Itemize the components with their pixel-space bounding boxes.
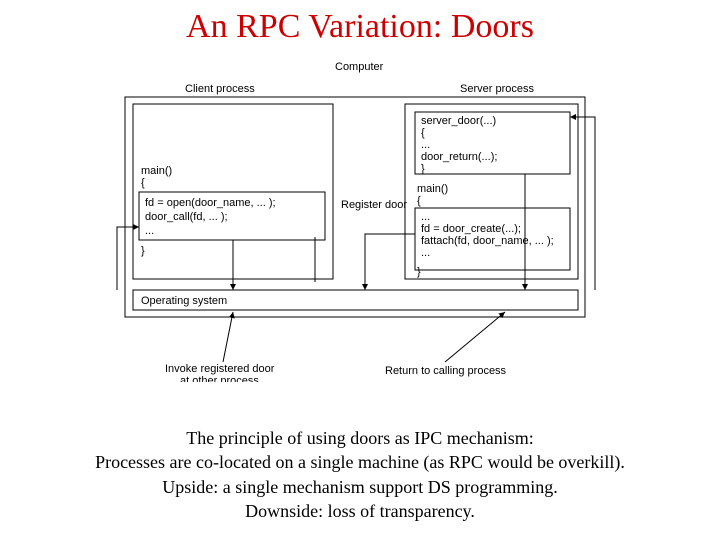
server-process-label: Server process bbox=[460, 83, 534, 95]
client-main-l2: { bbox=[141, 177, 145, 189]
server-main-l5: fattach(fd, door_name, ... ); bbox=[421, 235, 554, 247]
client-main-l3: fd = open(door_name, ... ); bbox=[145, 197, 276, 209]
server-door-l3: ... bbox=[421, 139, 430, 151]
server-main-l4: fd = door_create(...); bbox=[421, 223, 521, 235]
slide-title: An RPC Variation: Doors bbox=[0, 8, 720, 46]
client-main-l4: door_call(fd, ... ); bbox=[145, 211, 228, 223]
return-label: Return to calling process bbox=[385, 365, 507, 377]
server-main-l3: ... bbox=[421, 211, 430, 223]
caption-l4: Downside: loss of transparency. bbox=[0, 499, 720, 523]
doors-diagram: Computer Client process Server process s… bbox=[105, 62, 605, 382]
caption-l1: The principle of using doors as IPC mech… bbox=[0, 426, 720, 450]
register-door-label: Register door bbox=[341, 199, 407, 211]
client-main-l1: main() bbox=[141, 165, 172, 177]
server-main-l2: { bbox=[417, 195, 421, 207]
server-main-l7: } bbox=[417, 266, 421, 278]
client-main-l5: ... bbox=[145, 225, 154, 237]
server-door-l5: } bbox=[421, 163, 425, 175]
server-door-l1: server_door(...) bbox=[421, 115, 496, 127]
os-label: Operating system bbox=[141, 295, 227, 307]
invoke-label-l2: at other process bbox=[180, 375, 259, 382]
caption-block: The principle of using doors as IPC mech… bbox=[0, 426, 720, 523]
client-main-l6: } bbox=[141, 245, 145, 257]
server-door-l4: door_return(...); bbox=[421, 151, 497, 163]
computer-label: Computer bbox=[335, 62, 384, 73]
caption-l3: Upside: a single mechanism support DS pr… bbox=[0, 475, 720, 499]
server-main-l1: main() bbox=[417, 183, 448, 195]
caption-l2: Processes are co-located on a single mac… bbox=[0, 450, 720, 474]
invoke-label-l1: Invoke registered door bbox=[165, 363, 275, 375]
server-main-l6: ... bbox=[421, 247, 430, 259]
server-door-l2: { bbox=[421, 127, 425, 139]
client-process-label: Client process bbox=[185, 83, 255, 95]
